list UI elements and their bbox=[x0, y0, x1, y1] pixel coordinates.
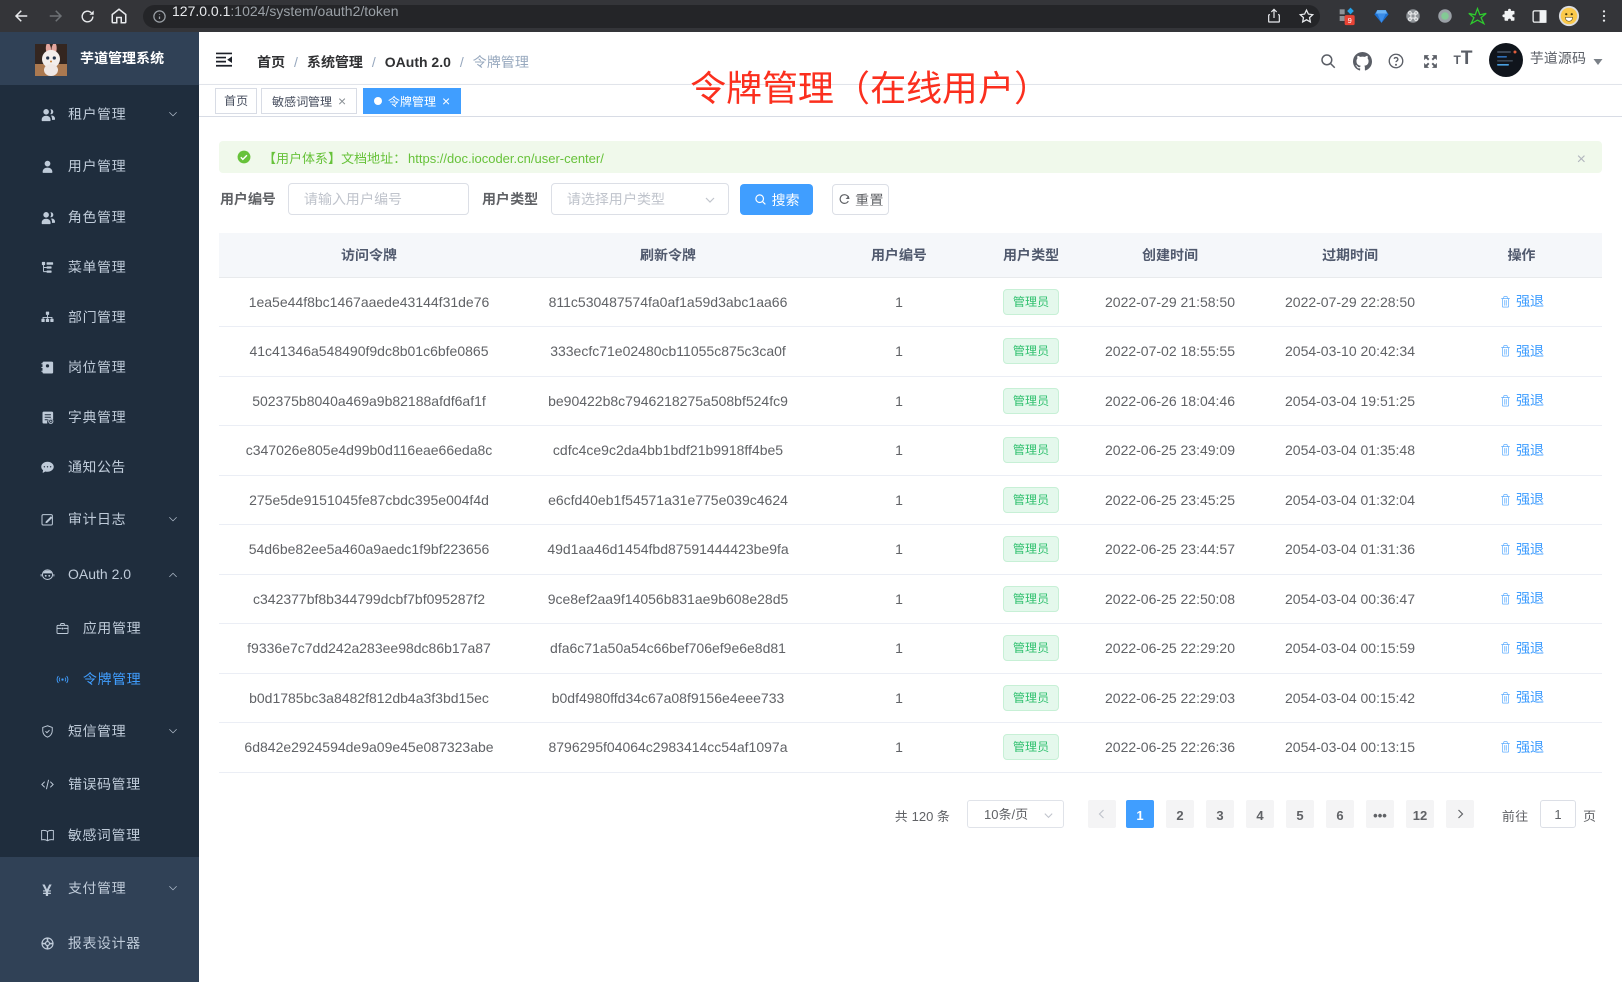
svg-text:9: 9 bbox=[1348, 16, 1352, 25]
